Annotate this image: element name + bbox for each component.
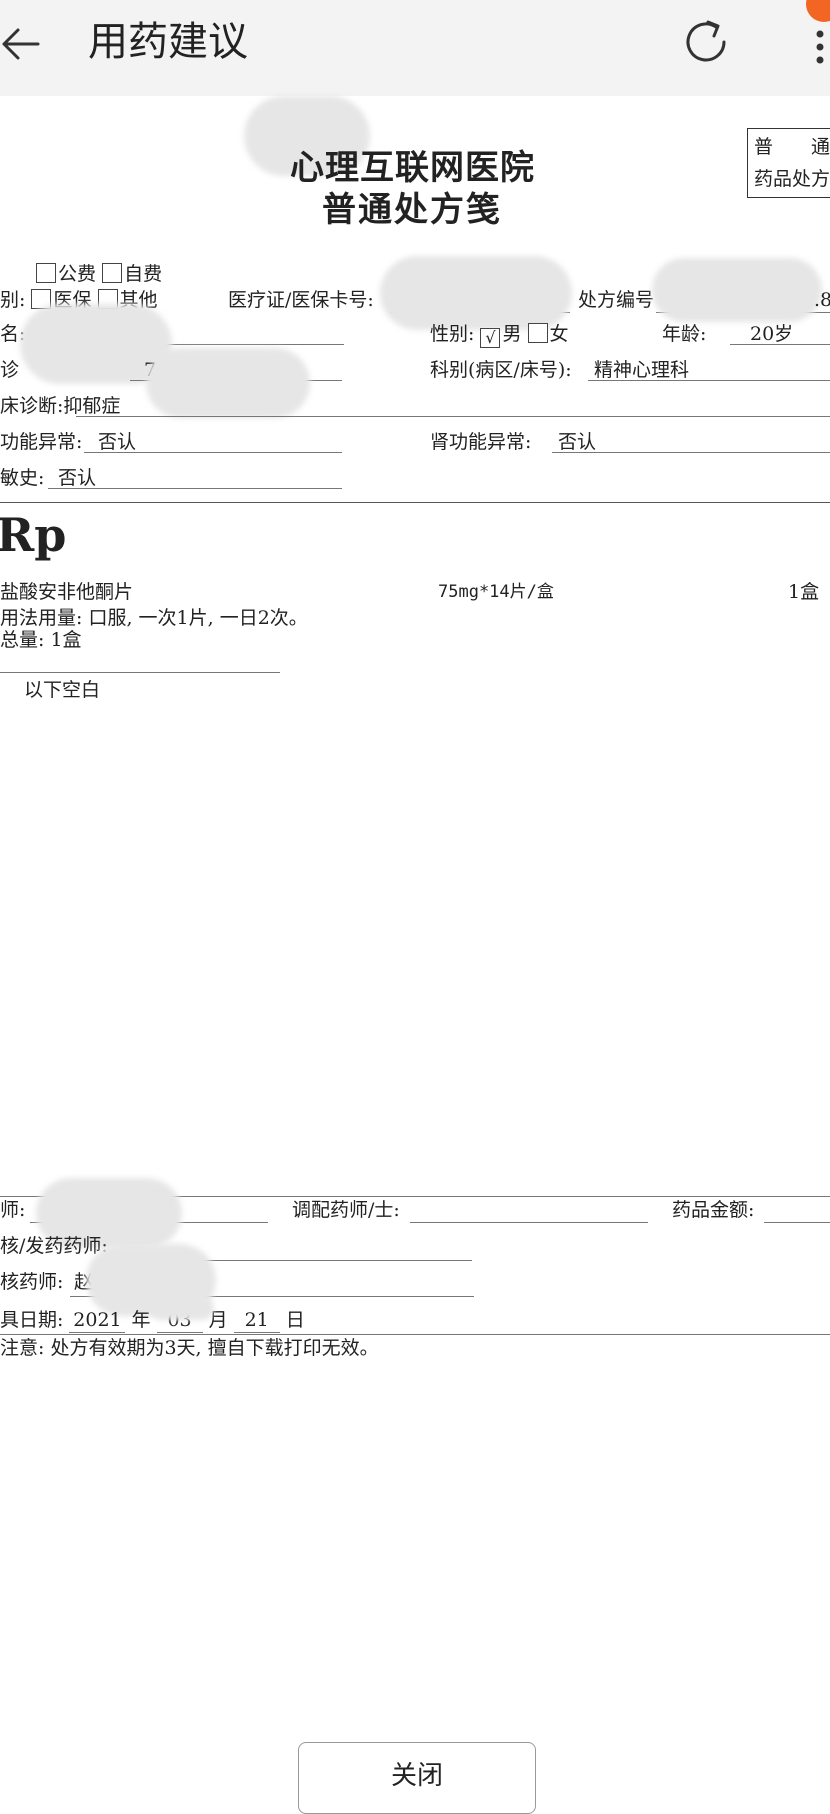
redaction-blur — [150, 1296, 214, 1320]
date-year: 2021 — [69, 1308, 126, 1333]
dispenser-label: 调配药师/士: — [292, 1199, 400, 1221]
card-label: 医疗证/医保卡号: — [228, 289, 374, 311]
dispenser-underline — [410, 1222, 648, 1223]
gender-field: 性别: √ 男 女 — [430, 322, 569, 348]
drug-spec: 75mg*14片/盒 — [438, 582, 554, 602]
allergy-value: 否认 — [58, 467, 97, 489]
prescription-type-box: 普 通 药品处方 — [747, 128, 830, 198]
refresh-button[interactable] — [680, 16, 732, 68]
blank-underline — [0, 672, 280, 673]
more-options-button[interactable] — [808, 20, 830, 68]
age-underline — [730, 344, 830, 345]
kidney-value: 否认 — [558, 431, 597, 453]
rx-number-label: 处方编号 — [578, 289, 655, 311]
female-label: 女 — [549, 323, 569, 345]
gender-label: 性别: — [430, 323, 475, 345]
validity-notice: 注意: 处方有效期为3天, 擅自下载打印无效。 — [0, 1337, 379, 1359]
diagnosis-field: 床诊断:抑郁症 — [0, 394, 120, 418]
blank-note: 以下空白 — [24, 679, 101, 701]
department-value: 精神心理科 — [594, 359, 690, 381]
rp-symbol: Rp — [0, 508, 67, 562]
date-divider — [0, 1334, 830, 1335]
notification-dot — [806, 0, 830, 22]
liver-label: 功能异常: — [0, 431, 83, 453]
kidney-underline — [552, 452, 830, 453]
page-title: 用药建议 — [88, 19, 248, 65]
close-button[interactable]: 关闭 — [298, 1742, 536, 1814]
payment-self-label: 自费 — [124, 263, 163, 285]
more-vert-icon — [816, 30, 824, 64]
day-unit: 日 — [285, 1309, 305, 1331]
redaction-blur — [146, 348, 310, 418]
back-button[interactable] — [0, 22, 44, 66]
department-label: 科别(病区/床号): — [430, 359, 572, 381]
drug-name: 盐酸安非他酮片 — [0, 581, 134, 603]
checkbox-male: √ — [480, 328, 501, 348]
reviewer-label: 核/发药药师: — [0, 1235, 108, 1257]
diagnosis-label: 床诊断: — [0, 395, 64, 417]
allergy-underline — [48, 488, 342, 489]
form-title: 普通处方笺 — [322, 190, 502, 230]
refresh-icon — [686, 20, 726, 62]
type-box-line2: 药品处方 — [754, 168, 830, 190]
male-label: 男 — [502, 323, 522, 345]
total-quantity: 总量: 1盒 — [0, 629, 82, 651]
liver-underline — [84, 452, 342, 453]
age-value: 20岁 — [750, 323, 794, 345]
usage-instructions: 用法用量: 口服, 一次1片, 一日2次。 — [0, 607, 308, 629]
payment-options: 公费 自费 — [36, 262, 162, 286]
redaction-blur — [380, 256, 572, 330]
kidney-label: 肾功能异常: — [430, 431, 532, 453]
amount-underline — [764, 1222, 830, 1223]
rx-number-tail: .8 — [814, 289, 830, 311]
checkbox-female — [527, 323, 548, 343]
drug-quantity: 1盒 — [788, 581, 820, 603]
liver-value: 否认 — [98, 431, 137, 453]
redaction-blur — [652, 258, 822, 322]
allergy-label: 敏史: — [0, 467, 45, 489]
app-bar: 用药建议 — [0, 0, 830, 96]
date-day: 21 — [233, 1308, 280, 1333]
checkbox-public — [36, 263, 56, 283]
arrow-left-icon — [2, 28, 40, 60]
year-unit: 年 — [131, 1309, 151, 1331]
checkbox-self — [102, 263, 123, 283]
checker-label: 核药师: — [0, 1271, 64, 1293]
department-underline — [588, 380, 830, 381]
clinic-label: 诊 — [0, 359, 20, 381]
date-label: 具日期: — [0, 1309, 64, 1331]
physician-label: 师: — [0, 1199, 26, 1221]
amount-label: 药品金额: — [672, 1199, 755, 1221]
category-label: 别: — [0, 289, 26, 311]
diagnosis-value: 抑郁症 — [63, 395, 121, 417]
diagnosis-underline — [76, 416, 830, 417]
age-label: 年龄: — [662, 323, 707, 345]
type-box-line1: 普 通 — [754, 136, 830, 158]
section-divider — [0, 502, 830, 503]
payment-public-label: 公费 — [58, 263, 97, 285]
